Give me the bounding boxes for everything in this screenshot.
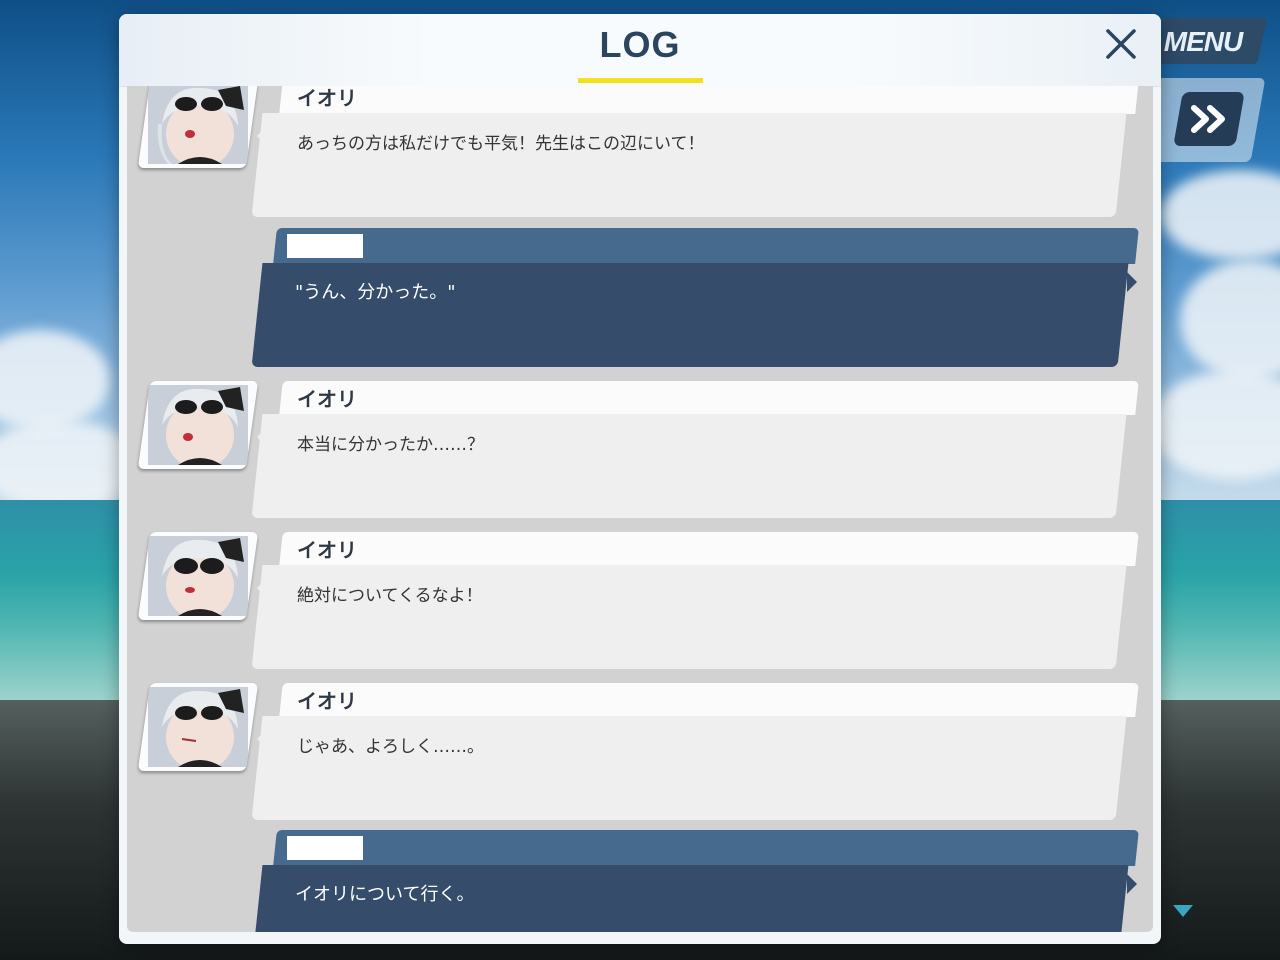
- log-entry: イオリ あっちの方は私だけでも平気！先生はこの辺にいて！: [127, 86, 1153, 220]
- player-name-tag: [287, 234, 363, 258]
- fast-forward-button[interactable]: [1173, 92, 1245, 146]
- log-list[interactable]: イオリ あっちの方は私だけでも平気！先生はこの辺にいて！ "うん、分かった。": [127, 86, 1153, 932]
- log-entry: "うん、分かった。": [127, 228, 1153, 370]
- speaker-name: イオリ: [297, 86, 357, 110]
- close-icon: [1106, 29, 1136, 59]
- speaker-name: イオリ: [297, 538, 357, 562]
- character-avatar: [137, 86, 259, 168]
- dialogue-text: じゃあ、よろしく……。: [297, 737, 484, 757]
- dialogue-text: "うん、分かった。": [295, 282, 456, 303]
- menu-button[interactable]: MENU: [1145, 18, 1267, 64]
- title-underline: [578, 78, 703, 83]
- log-title: LOG: [599, 24, 681, 65]
- speaker-name: イオリ: [297, 689, 357, 713]
- log-entry: イオリ 本当に分かったか……？: [127, 381, 1153, 521]
- speaker-name: イオリ: [297, 387, 357, 411]
- log-header: LOG: [119, 14, 1161, 87]
- menu-label: MENU: [1163, 26, 1243, 57]
- log-entry: イオリ じゃあ、よろしく……。: [127, 683, 1153, 823]
- player-name-tag: [287, 836, 363, 860]
- double-chevron-right-icon: [1191, 105, 1225, 133]
- close-button[interactable]: [1099, 22, 1143, 66]
- character-avatar: [137, 381, 259, 469]
- log-dialog: LOG イオリ あっちの方は私だけでも平気！先生はこの辺にいて！ "うん、分かっ…: [119, 14, 1161, 944]
- dialogue-text: イオリについて行く。: [295, 884, 475, 905]
- character-avatar: [137, 683, 259, 771]
- dialogue-text: あっちの方は私だけでも平気！先生はこの辺にいて！: [297, 134, 705, 154]
- log-entry: イオリについて行く。: [127, 830, 1153, 932]
- dialogue-text: 絶対についてくるなよ！: [297, 586, 483, 606]
- dialogue-text: 本当に分かったか……？: [297, 435, 484, 455]
- character-avatar: [137, 532, 259, 620]
- scroll-down-indicator-icon[interactable]: [1173, 905, 1193, 917]
- log-entry: イオリ 絶対についてくるなよ！: [127, 532, 1153, 672]
